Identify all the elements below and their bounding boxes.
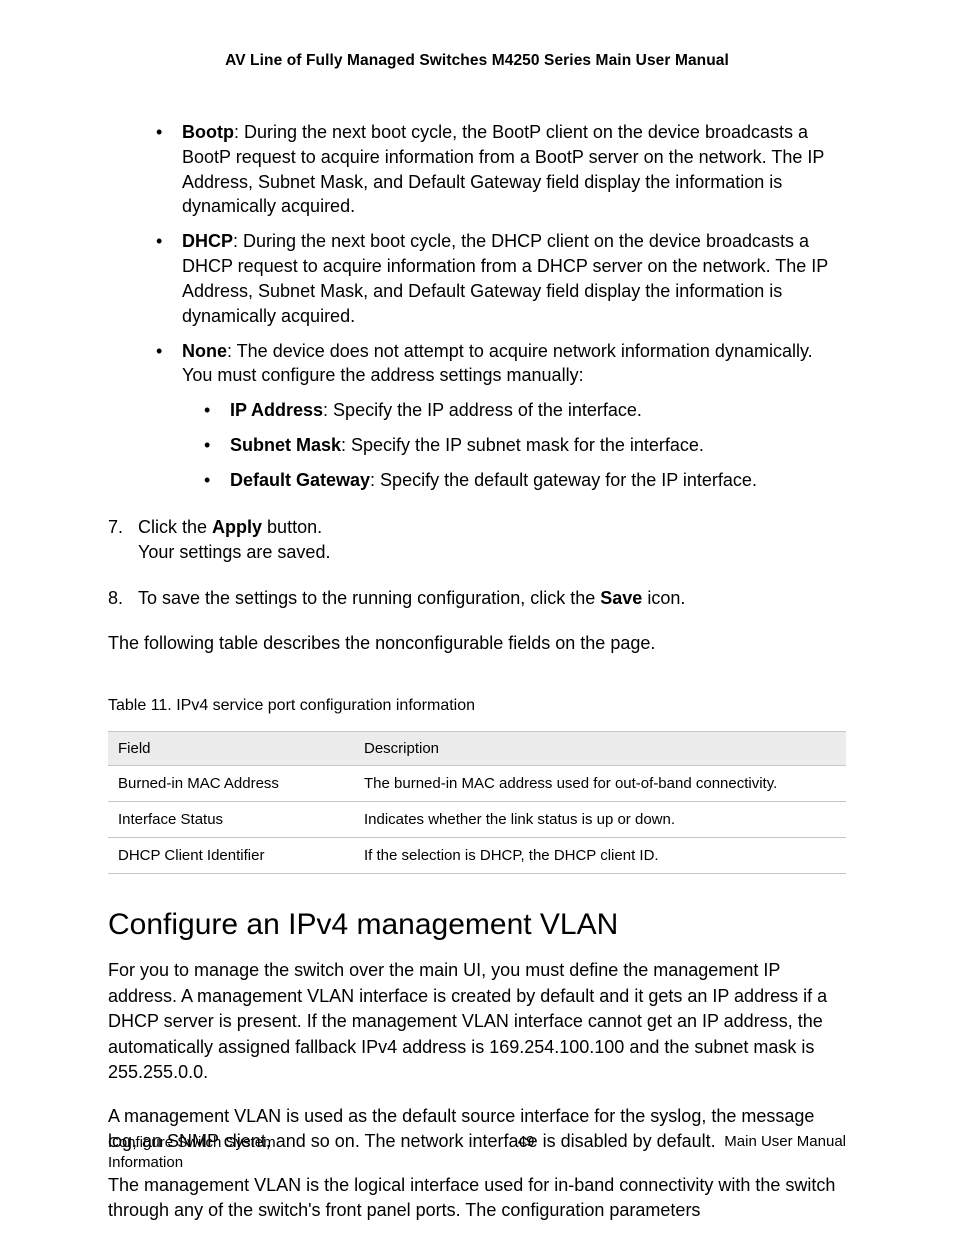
manual-settings-list: IP Address: Specify the IP address of th… xyxy=(202,398,846,492)
none-label: None xyxy=(182,341,227,361)
footer-page-number: 49 xyxy=(328,1133,724,1150)
table-head-description: Description xyxy=(354,731,846,765)
table-row: Interface Status Indicates whether the l… xyxy=(108,801,846,837)
step-number: 7. xyxy=(108,515,123,541)
section-paragraph: The management VLAN is the logical inter… xyxy=(108,1173,846,1224)
ip-address-text: : Specify the IP address of the interfac… xyxy=(323,400,642,420)
footer-manual-title: Main User Manual xyxy=(724,1133,846,1150)
table-cell-field: Interface Status xyxy=(108,801,354,837)
section-heading-ipv4-management-vlan: Configure an IPv4 management VLAN xyxy=(108,908,846,942)
bootp-text: : During the next boot cycle, the BootP … xyxy=(182,122,824,216)
table-cell-desc: The burned-in MAC address used for out-o… xyxy=(354,765,846,801)
table-row: Burned-in MAC Address The burned-in MAC … xyxy=(108,765,846,801)
table-caption: Table 11. IPv4 service port configuratio… xyxy=(108,697,846,715)
step-7-line2: Your settings are saved. xyxy=(138,542,330,562)
step-8-pre: To save the settings to the running conf… xyxy=(138,588,600,608)
step-7-pre: Click the xyxy=(138,517,212,537)
table-cell-desc: Indicates whether the link status is up … xyxy=(354,801,846,837)
protocol-mode-list: Bootp: During the next boot cycle, the B… xyxy=(154,120,846,493)
table-intro-paragraph: The following table describes the noncon… xyxy=(108,631,846,657)
step-7-post: button. xyxy=(262,517,322,537)
list-item-subnet-mask: Subnet Mask: Specify the IP subnet mask … xyxy=(202,433,846,458)
page-footer: Configure Switch System Information 49 M… xyxy=(108,1133,846,1174)
step-list: 7. Click the Apply button. Your settings… xyxy=(108,515,846,612)
list-item-none: None: The device does not attempt to acq… xyxy=(154,339,846,493)
step-number: 8. xyxy=(108,586,123,612)
none-text: : The device does not attempt to acquire… xyxy=(182,341,813,386)
list-item-bootp: Bootp: During the next boot cycle, the B… xyxy=(154,120,846,219)
default-gateway-text: : Specify the default gateway for the IP… xyxy=(370,470,757,490)
default-gateway-label: Default Gateway xyxy=(230,470,370,490)
bootp-label: Bootp xyxy=(182,122,234,142)
table-cell-desc: If the selection is DHCP, the DHCP clien… xyxy=(354,837,846,873)
table-cell-field: DHCP Client Identifier xyxy=(108,837,354,873)
table-header-row: Field Description xyxy=(108,731,846,765)
table-head-field: Field xyxy=(108,731,354,765)
apply-button-label: Apply xyxy=(212,517,262,537)
document-header: AV Line of Fully Managed Switches M4250 … xyxy=(108,52,846,70)
list-item-dhcp: DHCP: During the next boot cycle, the DH… xyxy=(154,229,846,328)
step-7: 7. Click the Apply button. Your settings… xyxy=(108,515,846,566)
table-cell-field: Burned-in MAC Address xyxy=(108,765,354,801)
subnet-mask-label: Subnet Mask xyxy=(230,435,341,455)
ip-address-label: IP Address xyxy=(230,400,323,420)
save-icon-label: Save xyxy=(600,588,642,608)
list-item-default-gateway: Default Gateway: Specify the default gat… xyxy=(202,468,846,493)
dhcp-text: : During the next boot cycle, the DHCP c… xyxy=(182,231,828,325)
list-item-ip-address: IP Address: Specify the IP address of th… xyxy=(202,398,846,423)
dhcp-label: DHCP xyxy=(182,231,233,251)
subnet-mask-text: : Specify the IP subnet mask for the int… xyxy=(341,435,704,455)
table-row: DHCP Client Identifier If the selection … xyxy=(108,837,846,873)
footer-section-title: Configure Switch System Information xyxy=(108,1133,328,1174)
step-8: 8. To save the settings to the running c… xyxy=(108,586,846,612)
step-8-post: icon. xyxy=(642,588,685,608)
ipv4-service-port-table: Field Description Burned-in MAC Address … xyxy=(108,731,846,874)
section-paragraph: For you to manage the switch over the ma… xyxy=(108,958,846,1086)
